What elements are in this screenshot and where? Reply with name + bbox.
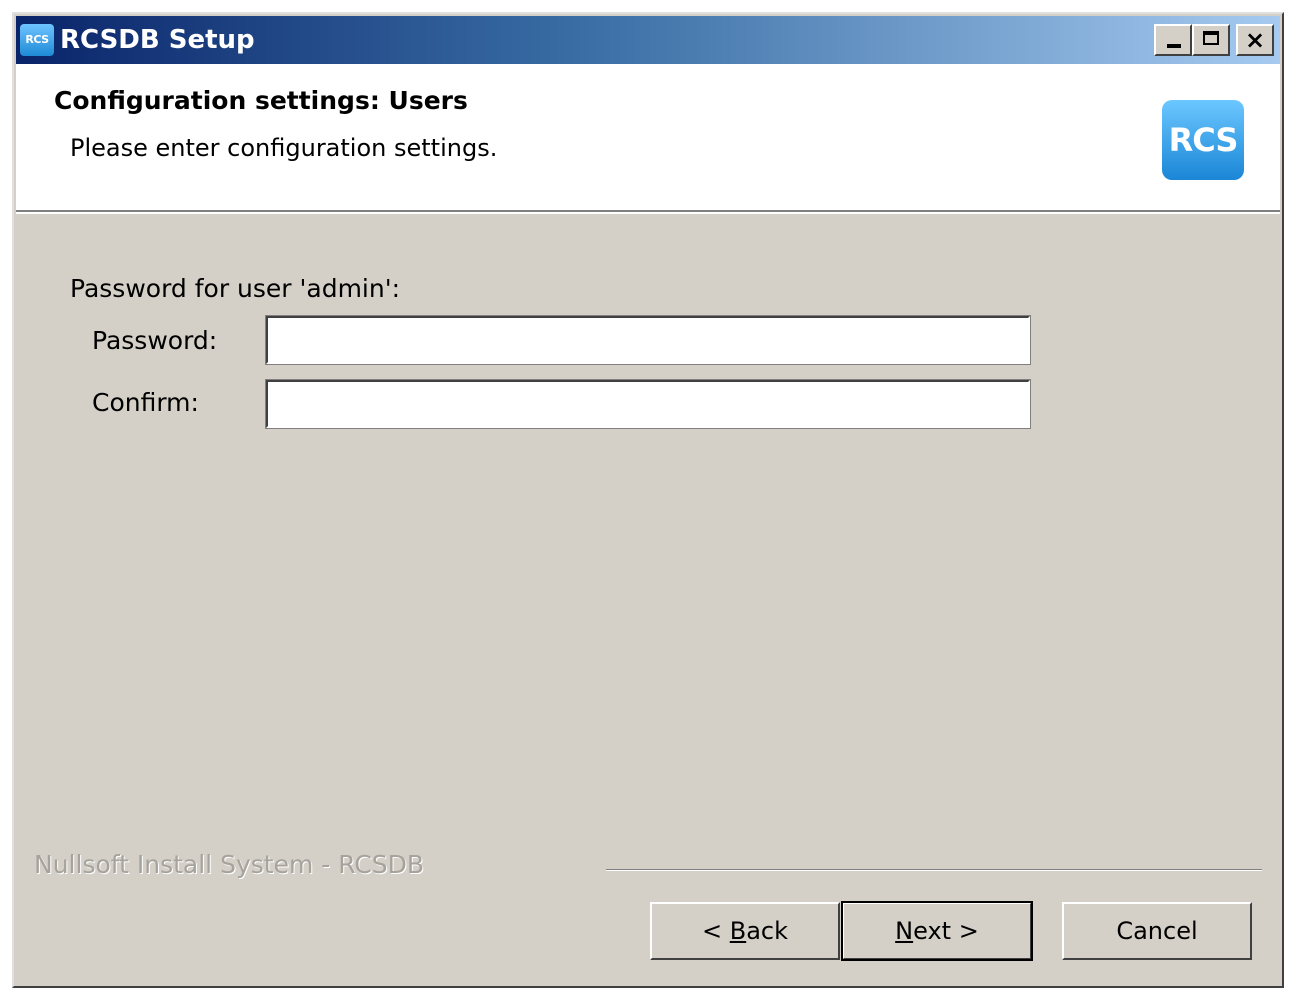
app-icon: RCS <box>20 24 54 56</box>
next-button[interactable]: Next > <box>841 901 1033 961</box>
title-bar[interactable]: RCS RCSDB Setup × <box>16 16 1280 64</box>
window-title: RCSDB Setup <box>60 25 255 55</box>
next-button-label: ext > <box>913 917 979 945</box>
cancel-button[interactable]: Cancel <box>1062 902 1252 960</box>
password-label: Password: <box>92 326 218 355</box>
back-button-accelerator: B <box>729 917 747 945</box>
back-button-label: ack <box>746 917 789 945</box>
close-button[interactable]: × <box>1236 24 1274 56</box>
page-title: Configuration settings: Users <box>54 86 468 115</box>
admin-password-section-label: Password for user 'admin': <box>70 274 401 303</box>
confirm-label: Confirm: <box>92 388 199 417</box>
installer-branding: Nullsoft Install System - RCSDB <box>34 850 425 879</box>
confirm-password-field[interactable] <box>265 379 1031 429</box>
maximize-icon <box>1203 31 1219 45</box>
minimize-icon <box>1167 44 1181 48</box>
next-button-accelerator: N <box>895 917 914 945</box>
password-field[interactable] <box>265 315 1031 365</box>
footer-divider <box>606 869 1262 871</box>
setup-window: RCS RCSDB Setup × Configuration settings… <box>12 12 1284 988</box>
back-button[interactable]: < Back <box>650 902 840 960</box>
header-panel: Configuration settings: Users Please ent… <box>16 64 1280 214</box>
page-subtitle: Please enter configuration settings. <box>70 134 498 162</box>
close-icon: × <box>1244 26 1266 54</box>
maximize-button[interactable] <box>1192 24 1230 56</box>
rcs-logo: RCS <box>1162 100 1244 180</box>
minimize-button[interactable] <box>1154 24 1192 56</box>
back-button-prefix: < <box>701 917 730 945</box>
